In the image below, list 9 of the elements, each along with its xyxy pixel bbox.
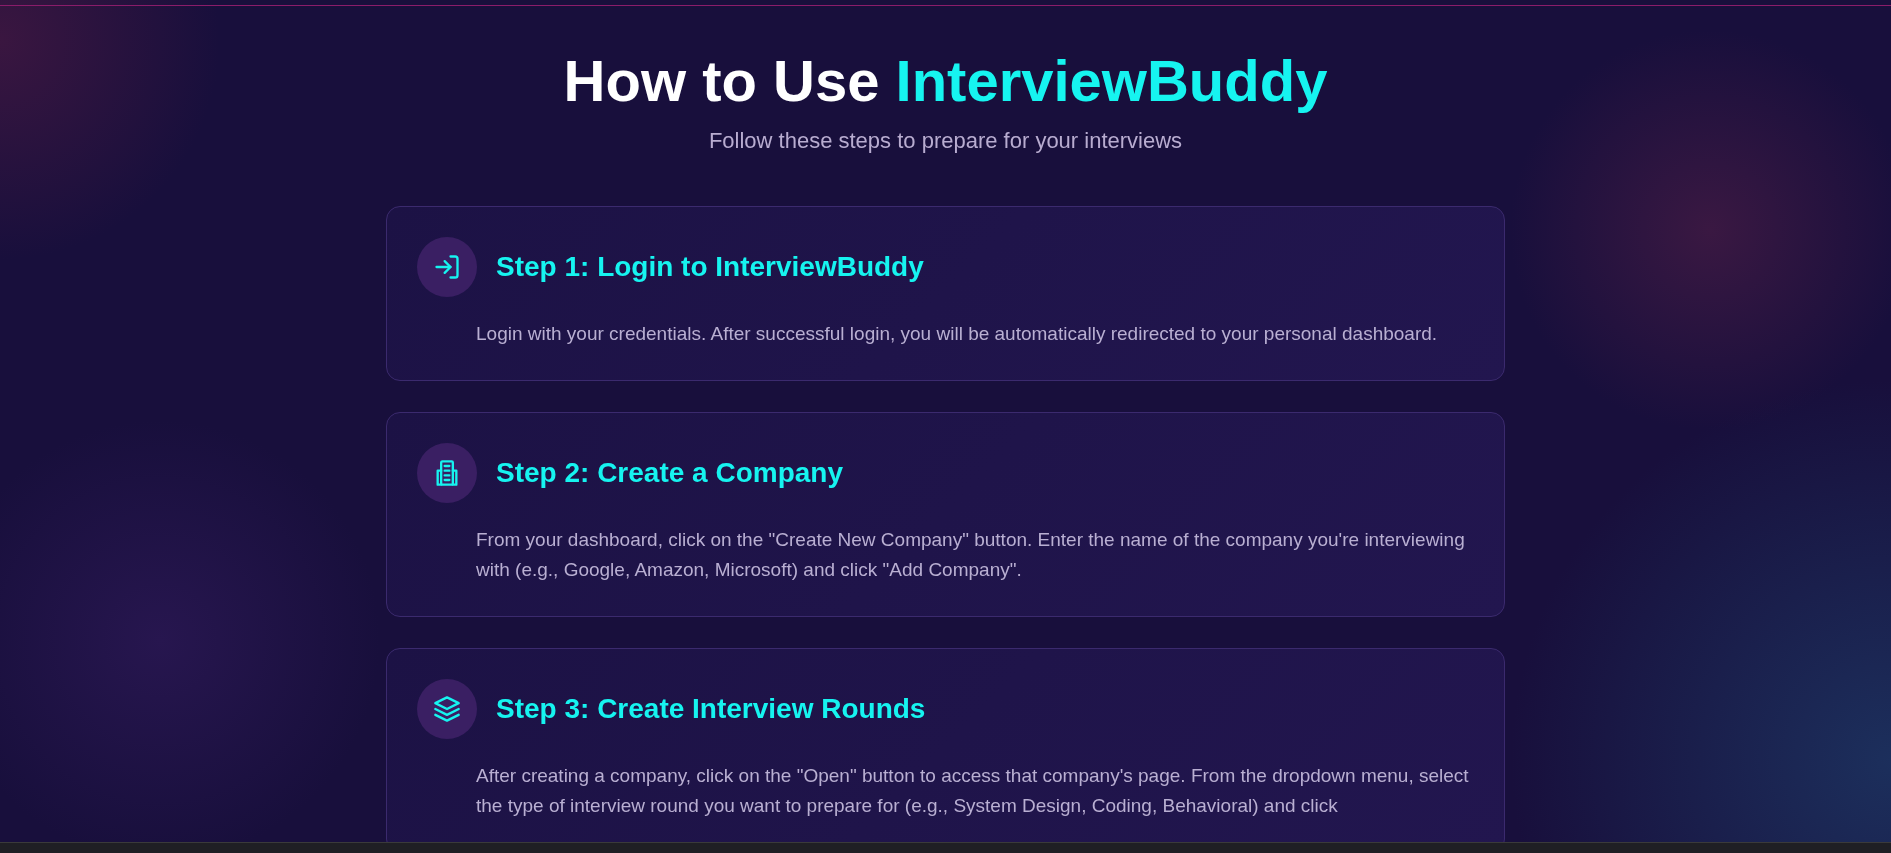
page-title: How to Use InterviewBuddy <box>563 47 1328 115</box>
step-title: Step 2: Create a Company <box>496 457 843 489</box>
step-description: From your dashboard, click on the "Create New Company" button. Enter the name of the company you're interviewing with (e.g., Google, Amazon, Microsoft) and click "Add Company". <box>476 528 1466 582</box>
layers-icon <box>433 695 461 723</box>
step-title: Step 3: Create Interview Rounds <box>496 693 926 725</box>
page-subtitle: Follow these steps to prepare for your interviews <box>708 128 1183 154</box>
step-description: After creating a company, click on the "Open" button to access that company's page. From the dropdown menu, select the type of interview round you want to prepare for (e.g., System Design, Coding, Behavioral) and click <box>476 764 1470 818</box>
step-description: Login with your credentials. After successful login, you will be automatically redirected to your personal dashboard. <box>476 322 1439 346</box>
step-title: Step 1: Login to InterviewBuddy <box>496 251 924 283</box>
